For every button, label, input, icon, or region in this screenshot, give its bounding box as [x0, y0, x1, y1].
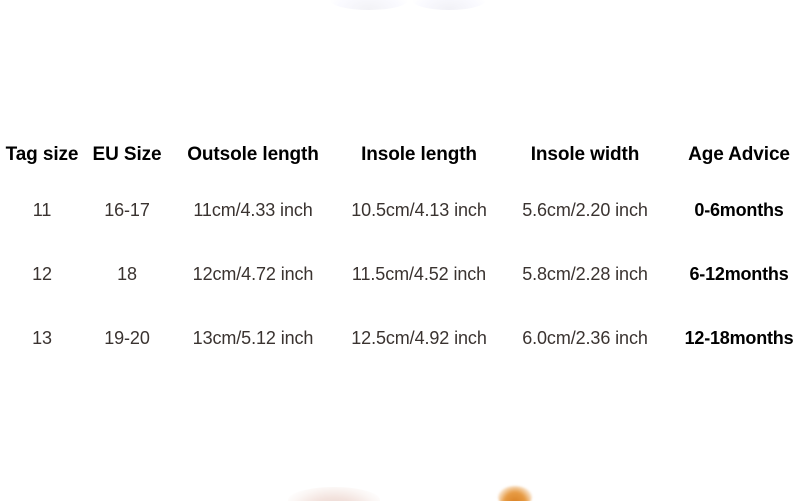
cell-insole-length: 11.5cm/4.52 inch — [351, 263, 487, 284]
product-photo-fragment-bottom-left — [288, 487, 380, 501]
product-photo-fragment-top-right — [412, 0, 486, 10]
column-header-tag-size: Tag size — [5, 144, 79, 165]
column-header-eu-size: EU Size — [92, 144, 162, 165]
column-header-insole-width: Insole width — [530, 144, 640, 165]
cell-age-advice: 6-12months — [668, 242, 810, 306]
table-header-row: Tag size EU Size Outsole length Insole l… — [0, 132, 810, 178]
product-photo-fragment-bottom-right — [478, 482, 550, 501]
product-photo-fragment-top-left — [330, 0, 408, 10]
cell-outsole-length: 13cm/5.12 inch — [192, 327, 314, 348]
column-header-outsole-length: Outsole length — [187, 144, 319, 165]
cell-age-advice: 12-18months — [668, 306, 810, 370]
table-row: 11 16-17 11cm/4.33 inch 10.5cm/4.13 inch… — [0, 178, 810, 242]
cell-insole-width: 6.0cm/2.36 inch — [522, 327, 648, 348]
cell-outsole-length: 12cm/4.72 inch — [192, 263, 314, 284]
table-body: 11 16-17 11cm/4.33 inch 10.5cm/4.13 inch… — [0, 178, 810, 370]
cell-eu-size: 18 — [117, 263, 137, 284]
age-advice-text: 0-6months — [694, 199, 784, 220]
size-chart-page: Tag size EU Size Outsole length Insole l… — [0, 0, 810, 501]
cell-age-advice: 0-6months — [668, 178, 810, 242]
cell-tag-size: 13 — [32, 327, 52, 348]
cell-outsole-length: 11cm/4.33 inch — [193, 199, 313, 220]
column-header-insole-length: Insole length — [361, 144, 477, 165]
cell-eu-size: 19-20 — [104, 327, 150, 348]
cell-insole-width: 5.6cm/2.20 inch — [522, 199, 648, 220]
table-row: 12 18 12cm/4.72 inch 11.5cm/4.52 inch 5.… — [0, 242, 810, 306]
column-header-age-advice: Age Advice — [688, 144, 790, 165]
age-advice-text: 6-12months — [689, 263, 789, 284]
cell-insole-length: 10.5cm/4.13 inch — [351, 199, 487, 220]
size-chart-table: Tag size EU Size Outsole length Insole l… — [0, 132, 810, 370]
cell-insole-length: 12.5cm/4.92 inch — [351, 327, 487, 348]
product-photo-fragment-bottom-right-detail — [498, 486, 532, 501]
cell-tag-size: 12 — [32, 263, 52, 284]
cell-insole-width: 5.8cm/2.28 inch — [522, 263, 648, 284]
cell-tag-size: 11 — [32, 199, 52, 220]
table-row: 13 19-20 13cm/5.12 inch 12.5cm/4.92 inch… — [0, 306, 810, 370]
cell-eu-size: 16-17 — [104, 199, 150, 220]
table-header: Tag size EU Size Outsole length Insole l… — [0, 132, 810, 178]
age-advice-text: 12-18months — [684, 327, 794, 348]
